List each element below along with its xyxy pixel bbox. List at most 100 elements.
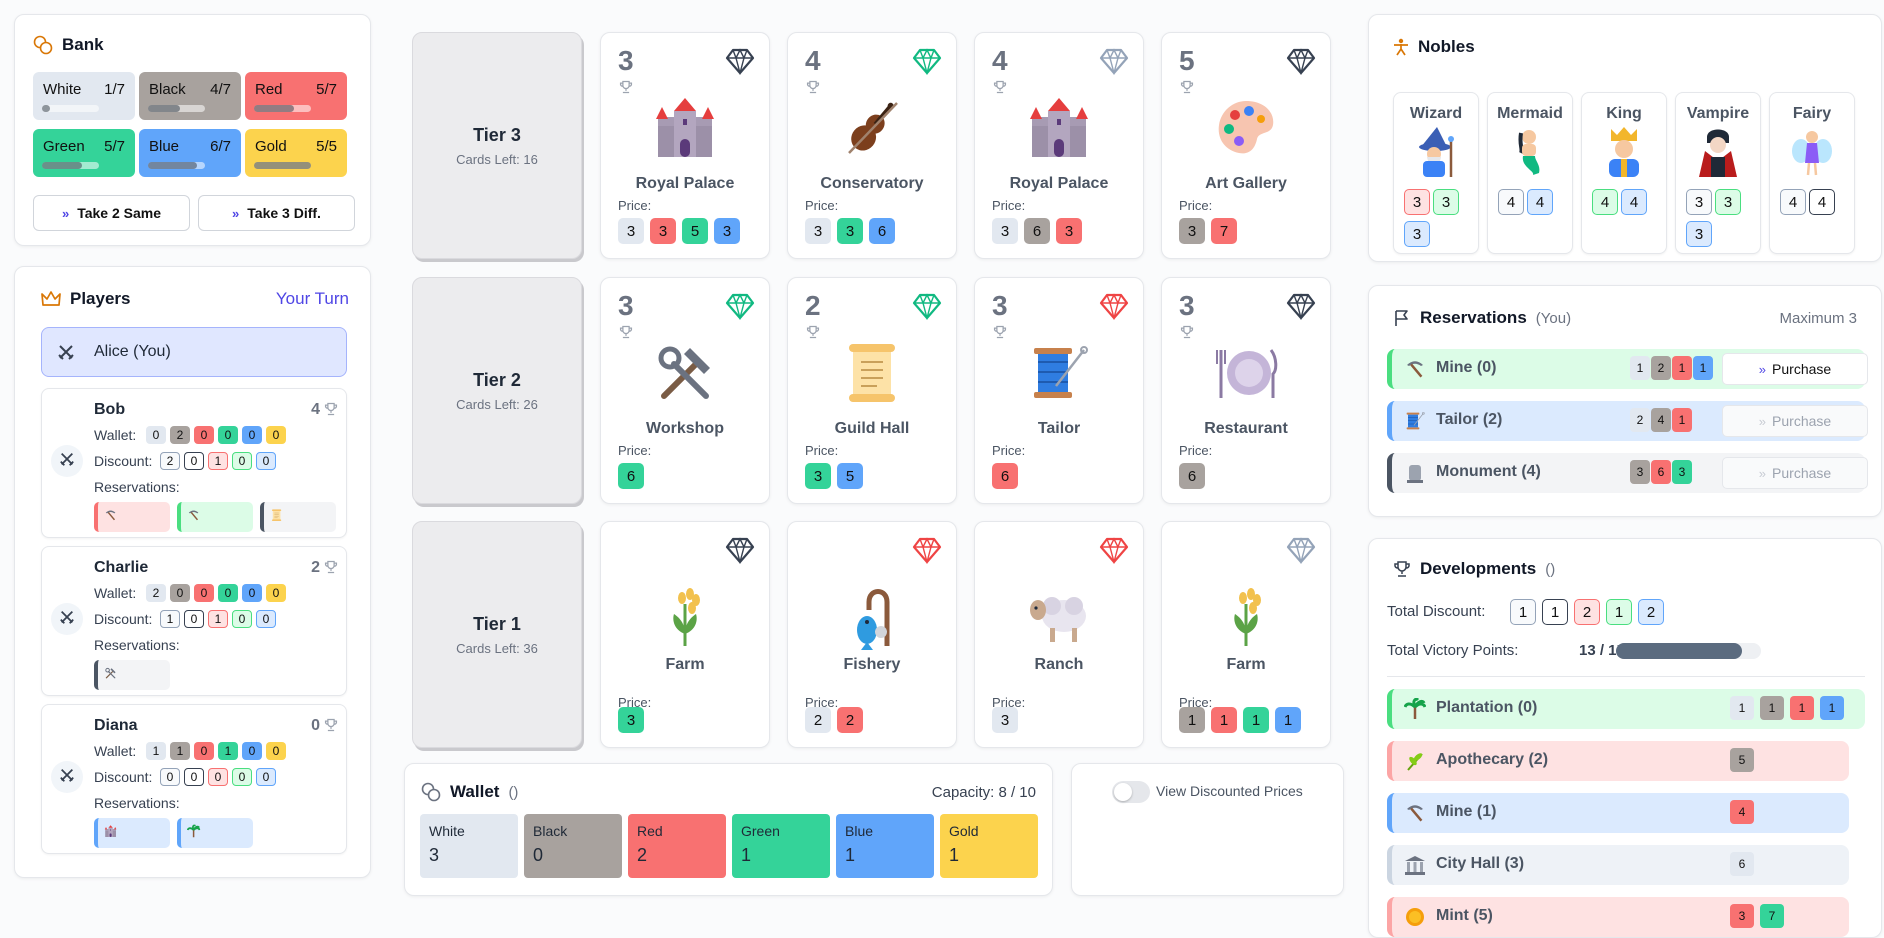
purchase-button[interactable]: » Purchase	[1722, 405, 1868, 437]
development-card[interactable]: 3 Royal Palace Price: 3 3 5 3	[600, 32, 770, 259]
reserved-card[interactable]	[94, 818, 170, 848]
wallet-gem-gold[interactable]: Gold 1	[940, 814, 1038, 878]
tier-cards-left: Cards Left: 26	[456, 397, 538, 412]
reserved-card[interactable]	[94, 502, 170, 532]
development-card[interactable]: Farm Price: 1 1 1 1	[1161, 521, 1331, 748]
gem-token-red: 1	[1672, 356, 1692, 380]
development-row[interactable]: Plantation (0) 1 1 1 1	[1387, 689, 1865, 729]
scroll-icon	[788, 340, 956, 408]
gem-token-white: 1	[1730, 696, 1754, 720]
development-card[interactable]: 4 Royal Palace Price: 3 6 3	[974, 32, 1144, 259]
wheat-icon	[1162, 584, 1330, 652]
purchase-button[interactable]: » Purchase	[1722, 353, 1868, 385]
development-card[interactable]: Farm Price: 3	[600, 521, 770, 748]
development-row[interactable]: Mint (5) 3 7	[1387, 897, 1849, 937]
wallet-gem-black[interactable]: Black 0	[524, 814, 622, 878]
development-card[interactable]: 4 Conservatory Price: 3 3 6	[787, 32, 957, 259]
development-name: City Hall (3)	[1436, 855, 1525, 872]
wallet-gem-blue[interactable]: Blue 1	[836, 814, 934, 878]
noble-name: Wizard	[1409, 105, 1463, 122]
gem-token-green: 4	[1592, 189, 1618, 215]
building-icon	[1404, 854, 1426, 881]
bank-gem-bar	[254, 105, 311, 112]
gem-token-red: 1	[1790, 696, 1814, 720]
price-label: Price:	[805, 198, 839, 213]
development-row[interactable]: Mine (1) 4	[1387, 793, 1849, 833]
monument-icon	[1404, 462, 1426, 489]
nobles-panel: Nobles Wizard 3 33 Mermaid 4 4 King 4 4 Vampire 3 3…	[1368, 14, 1882, 262]
gem-black-icon	[1286, 292, 1316, 325]
development-card[interactable]: 2 Guild Hall Price: 3 5	[787, 277, 957, 504]
bank-gem-red[interactable]: Red 5/7	[245, 72, 347, 120]
developments-header: Developments ()	[1393, 559, 1555, 579]
player-row[interactable]: Charlie 2 Wallet: 2 0 0 0 0 0 Discount: 1 0 1 0 0 Reser…	[41, 546, 347, 696]
reserved-card[interactable]	[177, 818, 253, 848]
bank-gem-black[interactable]: Black 4/7	[139, 72, 241, 120]
development-card[interactable]: 3 Workshop Price: 6	[600, 277, 770, 504]
development-card[interactable]: 3 Restaurant Price: 6	[1161, 277, 1331, 504]
wallet-gem-value: 1	[741, 845, 752, 865]
gem-green-icon	[912, 47, 942, 80]
take-3-diff-button[interactable]: » Take 3 Diff.	[198, 195, 355, 231]
castle-icon	[975, 95, 1143, 163]
current-player-row[interactable]: Alice (You)	[41, 327, 347, 377]
noble-card[interactable]: Mermaid 4 4	[1487, 92, 1573, 254]
thread-icon	[1404, 410, 1426, 437]
development-name: Apothecary (2)	[1436, 751, 1549, 768]
reservations-title: Reservations	[1420, 308, 1527, 327]
tier-deck-2[interactable]: Tier 2 Cards Left: 26	[412, 277, 582, 504]
palm-icon	[186, 824, 201, 845]
development-price: 5	[1730, 748, 1760, 772]
castle-icon	[104, 825, 117, 845]
bank-gem-gold[interactable]: Gold 5/5	[245, 129, 347, 177]
bank-gem-green[interactable]: Green 5/7	[33, 129, 135, 177]
wallet-gem-value: 3	[429, 845, 440, 865]
card-name: Guild Hall	[834, 420, 910, 437]
players-title: Players	[70, 289, 131, 308]
development-card[interactable]: 3 Tailor Price: 6	[974, 277, 1144, 504]
tier-deck-1[interactable]: Tier 1 Cards Left: 36	[412, 521, 582, 748]
trophy-icon	[324, 560, 338, 579]
gem-token-black: 5	[1730, 748, 1754, 772]
violin-icon	[788, 95, 956, 163]
developments-panel: Developments () Total Discount: 11212 To…	[1368, 538, 1882, 938]
discount-toggle-switch[interactable]	[1112, 781, 1150, 803]
bank-gem-blue[interactable]: Blue 6/7	[139, 129, 241, 177]
gem-token-white: 1	[146, 742, 166, 760]
wallet-gem-white[interactable]: White 3	[420, 814, 518, 878]
palm-icon	[1403, 697, 1427, 725]
noble-card[interactable]: Vampire 3 33	[1675, 92, 1761, 254]
wallet-gem-name: Red	[637, 823, 663, 839]
bank-gem-bar-fill	[42, 162, 83, 169]
noble-card[interactable]: Wizard 3 33	[1393, 92, 1479, 254]
reservation-name: Tailor (2)	[1436, 411, 1503, 428]
player-discount: 00000	[160, 768, 280, 786]
gem-token-black: 6	[1024, 218, 1050, 244]
reserved-card[interactable]	[94, 660, 170, 690]
bank-gem-name: White	[43, 81, 82, 98]
wallet-gem-red[interactable]: Red 2	[628, 814, 726, 878]
development-card[interactable]: 5 Art Gallery Price: 3 7	[1161, 32, 1331, 259]
gem-token-black: 3	[1179, 218, 1205, 244]
development-row[interactable]: Apothecary (2) 5	[1387, 741, 1849, 781]
development-card[interactable]: Fishery Price: 2 2	[787, 521, 957, 748]
noble-card[interactable]: Fairy 4 4	[1769, 92, 1855, 254]
tools-icon	[104, 667, 117, 687]
gem-token-black: 0	[184, 610, 204, 628]
purchase-button[interactable]: » Purchase	[1722, 457, 1868, 489]
development-card[interactable]: Ranch Price: 3	[974, 521, 1144, 748]
double-chevron-icon: »	[1758, 465, 1766, 481]
trophy-icon	[1393, 560, 1411, 578]
development-row[interactable]: City Hall (3) 6	[1387, 845, 1849, 885]
reserved-card[interactable]	[177, 502, 253, 532]
player-row[interactable]: Diana 0 Wallet: 1 1 0 1 0 0 Discount: 0 0 0 0 0 Reserva…	[41, 704, 347, 854]
bank-gem-name: Gold	[255, 138, 287, 155]
tier-deck-3[interactable]: Tier 3 Cards Left: 16	[412, 32, 582, 259]
gem-token-black: 2	[170, 426, 190, 444]
noble-card[interactable]: King 4 4	[1581, 92, 1667, 254]
bank-gem-white[interactable]: White 1/7	[33, 72, 135, 120]
wallet-gem-green[interactable]: Green 1	[732, 814, 830, 878]
player-row[interactable]: Bob 4 Wallet: 0 2 0 0 0 0 Discount: 2 0 1 0 0 Reservati…	[41, 388, 347, 538]
take-2-same-button[interactable]: » Take 2 Same	[33, 195, 190, 231]
reserved-card[interactable]	[260, 502, 336, 532]
